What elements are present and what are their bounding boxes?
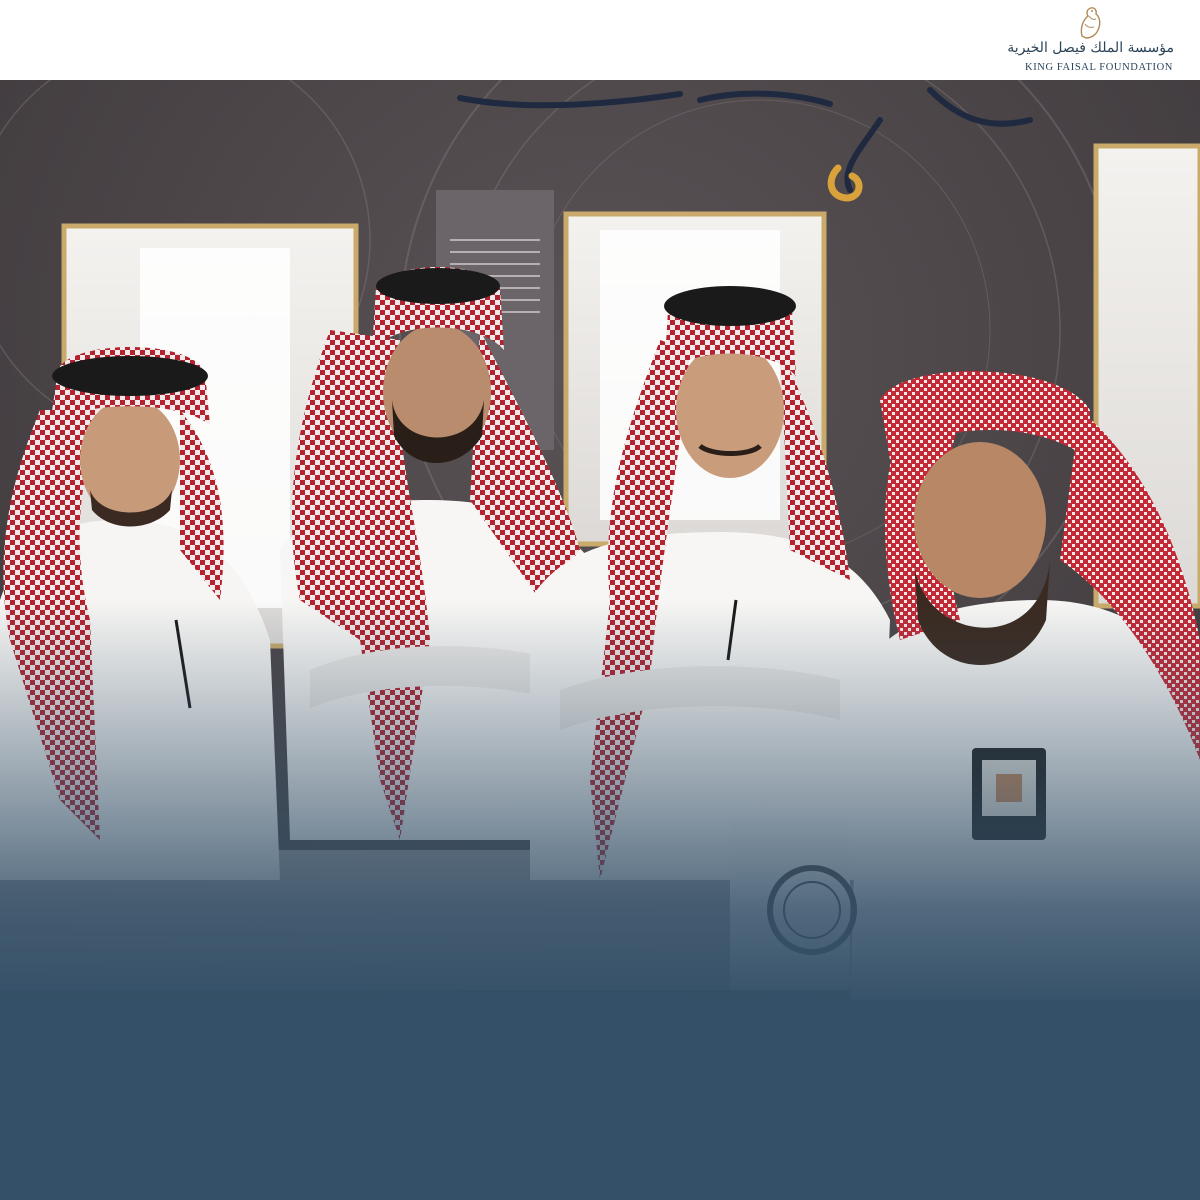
- logo-arabic-wordmark: مؤسسة الملك فيصل الخيرية: [1007, 40, 1174, 56]
- post-canvas: مؤسسة الملك فيصل الخيرية KING FAISAL FOU…: [0, 0, 1200, 1200]
- horse-emblem-icon: [1080, 7, 1101, 39]
- king-faisal-foundation-logo: مؤسسة الملك فيصل الخيرية KING FAISAL FOU…: [1007, 6, 1174, 76]
- gift-bag: [730, 820, 857, 990]
- exhibition-photo: [0, 80, 1200, 1200]
- logo-english-wordmark: KING FAISAL FOUNDATION: [1025, 62, 1173, 73]
- photo-illustration: [0, 80, 1200, 1200]
- header-band: مؤسسة الملك فيصل الخيرية KING FAISAL FOU…: [0, 0, 1200, 80]
